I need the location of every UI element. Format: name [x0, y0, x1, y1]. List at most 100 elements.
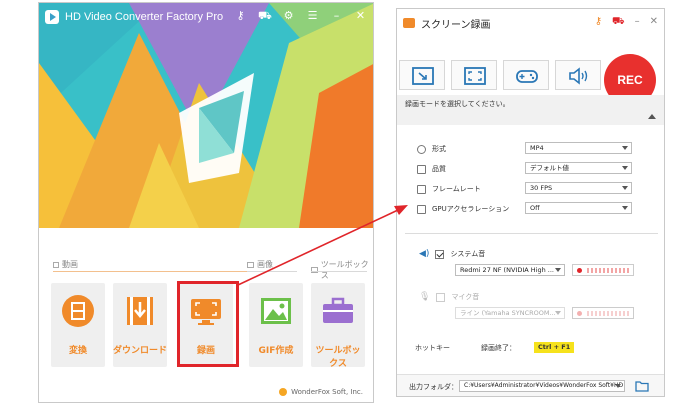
mic-checkbox[interactable]: [436, 292, 446, 302]
gpu-select[interactable]: Off: [525, 202, 632, 214]
section-toolbox: ツールボックス: [311, 259, 373, 281]
tool-convert-label: 変換: [68, 346, 87, 356]
quality-select[interactable]: デフォルト値: [525, 162, 632, 174]
titlebar: HD Video Converter Factory Pro ⚷ ⛟ ⚙ ☰ –…: [39, 3, 373, 31]
output-folder-path[interactable]: C:¥Users¥Administrator¥Videos¥WonderFox …: [459, 380, 625, 392]
hotkey-label: ホットキー: [415, 344, 450, 352]
mic-volume-level: [587, 311, 629, 316]
system-audio-checkbox[interactable]: [435, 249, 445, 259]
mode-audio-button[interactable]: [555, 60, 601, 90]
toolbox-section-icon: [311, 267, 318, 273]
mic-volume[interactable]: [572, 307, 634, 319]
wonderfox-logo-icon: [279, 388, 288, 396]
microphone-icon: 🎙︎: [419, 292, 431, 302]
region-capture-icon: [412, 67, 434, 85]
mic-row: 🎙︎ マイク音: [419, 292, 479, 302]
list-icon[interactable]: ☰: [306, 9, 319, 22]
section-image-divider: [247, 271, 297, 272]
framerate-select[interactable]: 30 FPS: [525, 182, 632, 194]
film-convert-icon: [62, 295, 94, 327]
speaker-icon: ◀): [419, 249, 430, 259]
cart-icon[interactable]: ⛟: [612, 16, 625, 29]
gpu-label: GPUアクセラレーション: [417, 204, 509, 214]
section-video-label: 動画: [62, 260, 78, 269]
system-audio-device-select[interactable]: Redmi 27 NF (NVIDIA High ...: [455, 264, 565, 276]
download-icon: [127, 297, 153, 325]
hero-artwork: [39, 3, 373, 228]
quality-label: 品質: [417, 164, 446, 174]
format-icon: [417, 144, 426, 154]
tool-download[interactable]: ダウンロード: [113, 283, 167, 367]
recorder-titlebar: スクリーン録画 ⚷ ⛟ – ✕: [397, 9, 664, 37]
tool-toolbox[interactable]: ツールボックス: [311, 283, 365, 369]
mode-game-button[interactable]: [503, 60, 549, 90]
quality-label-text: 品質: [432, 165, 446, 173]
section-image: 画像: [247, 259, 273, 270]
mode-fullscreen-button[interactable]: [451, 60, 497, 90]
framerate-label-text: フレームレート: [432, 185, 481, 193]
footer-company: WonderFox Soft, Inc.: [279, 388, 363, 396]
tool-gif-maker-label: GIF作成: [258, 346, 294, 356]
system-audio-row: ◀) システム音: [419, 249, 485, 259]
app-title: HD Video Converter Factory Pro: [65, 11, 224, 23]
key-icon[interactable]: ⚷: [234, 9, 247, 22]
image-section-icon: [247, 261, 254, 268]
recorder-logo-icon: [403, 18, 415, 28]
image-icon: [261, 298, 291, 324]
highlight-box: [177, 281, 239, 367]
key-icon[interactable]: ⚷: [595, 16, 602, 29]
titlebar-controls: ⚷ ⛟ ⚙ ☰ – ✕: [234, 9, 367, 22]
section-video: 動画: [53, 259, 78, 270]
close-icon[interactable]: ✕: [354, 9, 367, 22]
audio-only-icon: [569, 67, 588, 85]
screen-recorder-window: スクリーン録画 ⚷ ⛟ – ✕ REC 録画モードを選択してください。 形式 M…: [396, 8, 665, 397]
section-toolbox-divider: [311, 271, 367, 272]
format-label-text: 形式: [432, 145, 446, 153]
section-toolbox-label: ツールボックス: [320, 260, 369, 280]
gpu-label-text: GPUアクセラレーション: [432, 205, 510, 213]
fullscreen-icon: [464, 67, 486, 85]
app-logo-icon: [45, 10, 59, 24]
gear-icon[interactable]: ⚙: [282, 9, 295, 22]
quality-icon: [417, 164, 426, 174]
format-label: 形式: [417, 144, 446, 154]
hero-banner: HD Video Converter Factory Pro ⚷ ⛟ ⚙ ☰ –…: [39, 3, 373, 228]
tool-toolbox-label: ツールボックス: [315, 346, 361, 369]
game-icon: [516, 70, 538, 83]
volume-level: [587, 268, 629, 273]
volume-indicator: [577, 268, 582, 273]
close-icon[interactable]: ✕: [650, 16, 658, 29]
framerate-icon: [417, 184, 426, 194]
tool-download-label: ダウンロード: [113, 346, 168, 356]
settings-divider: [405, 233, 658, 234]
hotkey-badge[interactable]: Ctrl + F1: [534, 342, 575, 353]
recorder-titlebar-controls: ⚷ ⛟ – ✕: [595, 16, 658, 29]
output-folder-label: 出力フォルダ：: [409, 383, 458, 391]
gpu-icon: [417, 204, 426, 214]
mic-volume-indicator: [577, 311, 582, 316]
cart-icon[interactable]: ⛟: [258, 9, 272, 22]
framerate-label: フレームレート: [417, 184, 481, 194]
footer-company-label: WonderFox Soft, Inc.: [291, 388, 363, 396]
minimize-icon[interactable]: –: [330, 9, 343, 22]
mode-hint-bar: 録画モードを選択してください。: [397, 95, 664, 125]
tool-gif-maker[interactable]: GIF作成: [249, 283, 303, 367]
mode-region-button[interactable]: [399, 60, 445, 90]
recorder-title: スクリーン録画: [421, 19, 491, 31]
section-image-label: 画像: [257, 260, 273, 269]
section-video-divider: [53, 271, 253, 272]
minimize-icon[interactable]: –: [635, 16, 640, 29]
system-audio-volume[interactable]: [572, 264, 634, 276]
video-section-icon: [53, 261, 59, 268]
collapse-arrow-icon[interactable]: [648, 114, 656, 119]
mic-device-select[interactable]: ライン (Yamaha SYNCROOM...: [455, 307, 565, 319]
toolbox-icon: [323, 297, 353, 323]
stop-hotkey-label: 録画終了：: [481, 344, 516, 352]
format-select[interactable]: MP4: [525, 142, 632, 154]
screenshot-stage: HD Video Converter Factory Pro ⚷ ⛟ ⚙ ☰ –…: [0, 0, 700, 407]
system-audio-label: システム音: [450, 250, 486, 258]
folder-icon[interactable]: [635, 380, 649, 392]
tool-convert[interactable]: 変換: [51, 283, 105, 367]
mode-hint-text: 録画モードを選択してください。: [405, 100, 510, 108]
mic-label: マイク音: [451, 293, 480, 301]
